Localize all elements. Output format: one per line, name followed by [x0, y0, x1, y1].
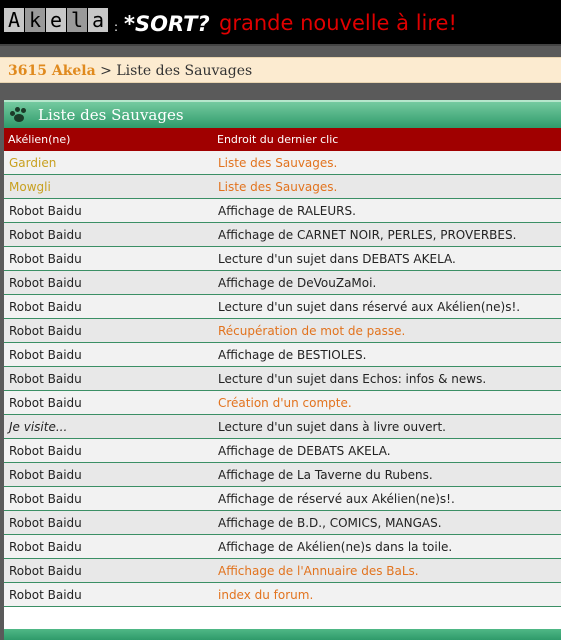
table-row: Robot Baidu Affichage de DeVouZaMoi. — [4, 271, 561, 295]
user-name-link[interactable]: Robot Baidu — [4, 444, 218, 458]
table-row: Robot Baidu Affichage de l'Annuaire des B… — [4, 559, 561, 583]
header-colon: : — [114, 20, 119, 34]
paw-print-icon — [10, 107, 30, 123]
user-name-link[interactable]: Robot Baidu — [4, 468, 218, 482]
last-click-location[interactable]: index du forum. — [218, 588, 561, 602]
column-header-location: Endroit du dernier clic — [217, 133, 339, 146]
last-click-location: Lecture d'un sujet dans réservé aux Akél… — [218, 299, 521, 314]
table-row: Robot Baidu Affichage de B.D., COMICS, MA… — [4, 511, 561, 535]
table-row: Robot Baidu Affichage de DEBATS AKELA. — [4, 439, 561, 463]
breadcrumb-current: Liste des Sauvages — [116, 63, 253, 79]
last-click-location: Affichage de DeVouZaMoi. — [218, 275, 377, 290]
table-row: Robot Baidu Lecture d'un sujet dans Echos… — [4, 367, 561, 391]
user-name-link[interactable]: Robot Baidu — [4, 228, 218, 242]
table-row: Robot Baidu Création d'un compte. — [4, 391, 561, 415]
logo-letter: l — [67, 8, 87, 32]
user-name-link[interactable]: Robot Baidu — [4, 492, 218, 506]
table-row: Gardien Liste des Sauvages. — [4, 151, 561, 175]
table-row: Robot Baidu Lecture d'un sujet dans réser… — [4, 295, 561, 319]
logo-letter: a — [88, 8, 108, 32]
column-header-user: Akélien(ne) — [8, 133, 71, 146]
table-row: Robot Baidu Récupération de mot de passe. — [4, 319, 561, 343]
user-name-link[interactable]: Robot Baidu — [4, 300, 218, 314]
user-name-link[interactable]: Robot Baidu — [4, 276, 218, 290]
user-name-link[interactable]: Je visite... — [4, 420, 218, 434]
user-name-link[interactable]: Robot Baidu — [4, 348, 218, 362]
last-click-location: Affichage de B.D., COMICS, MANGAS. — [218, 515, 442, 530]
table-row: Mowgli Liste des Sauvages. — [4, 175, 561, 199]
last-click-location[interactable]: Récupération de mot de passe. — [218, 324, 561, 338]
online-users-panel: Liste des Sauvages Akélien(ne) Endroit d… — [4, 100, 561, 640]
last-click-location[interactable]: Affichage de l'Annuaire des BaLs. — [218, 564, 561, 578]
users-table: Gardien Liste des Sauvages. Mowgli Liste de… — [4, 151, 561, 607]
table-row: Robot Baidu Affichage de réservé aux Akél… — [4, 487, 561, 511]
user-name-link[interactable]: Robot Baidu — [4, 204, 218, 218]
table-row: Robot Baidu Affichage de La Taverne du Ru… — [4, 463, 561, 487]
last-click-location: Affichage de réservé aux Akélien(ne)s!. — [218, 491, 455, 506]
last-click-location[interactable]: Création d'un compte. — [218, 396, 561, 410]
last-click-location: Affichage de Akélien(ne)s dans la toile. — [218, 539, 453, 554]
user-name-link[interactable]: Gardien — [4, 156, 218, 170]
akela-logo[interactable]: A k e l a — [4, 8, 109, 32]
breadcrumb-home-link[interactable]: 3615 Akela — [8, 63, 96, 79]
last-click-location[interactable]: Liste des Sauvages. — [218, 156, 561, 170]
panel-footer-bar — [4, 629, 561, 640]
table-row: Robot Baidu Lecture d'un sujet dans DEBAT… — [4, 247, 561, 271]
breadcrumb: 3615 Akela > Liste des Sauvages — [0, 57, 561, 83]
user-name-link[interactable]: Mowgli — [4, 180, 218, 194]
table-row: Je visite... Lecture d'un sujet dans à li… — [4, 415, 561, 439]
last-click-location: Affichage de BESTIOLES. — [218, 347, 367, 362]
last-click-location: Affichage de RALEURS. — [218, 203, 356, 218]
table-row: Robot Baidu index du forum. — [4, 583, 561, 607]
table-row: Robot Baidu Affichage de Akélien(ne)s dan… — [4, 535, 561, 559]
logo-letter: e — [46, 8, 66, 32]
last-click-location[interactable]: Liste des Sauvages. — [218, 180, 561, 194]
user-name-link[interactable]: Robot Baidu — [4, 324, 218, 338]
sort-link[interactable]: *SORT? — [124, 12, 210, 36]
last-click-location: Lecture d'un sujet dans Echos: infos & n… — [218, 371, 487, 386]
top-banner: A k e l a : *SORT? grande nouvelle à lir… — [0, 0, 561, 46]
table-header: Akélien(ne) Endroit du dernier clic — [4, 128, 561, 151]
logo-letter: A — [4, 8, 24, 32]
headline-link[interactable]: grande nouvelle à lire! — [219, 11, 457, 35]
panel-title: Liste des Sauvages — [38, 106, 184, 124]
table-row: Robot Baidu Affichage de BESTIOLES. — [4, 343, 561, 367]
user-name-link[interactable]: Robot Baidu — [4, 372, 218, 386]
panel-header: Liste des Sauvages — [4, 100, 561, 128]
last-click-location: Affichage de La Taverne du Rubens. — [218, 467, 433, 482]
last-click-location: Affichage de DEBATS AKELA. — [218, 443, 391, 458]
table-row: Robot Baidu Affichage de CARNET NOIR, PER… — [4, 223, 561, 247]
last-click-location: Lecture d'un sujet dans à livre ouvert. — [218, 419, 446, 434]
user-name-link[interactable]: Robot Baidu — [4, 396, 218, 410]
user-name-link[interactable]: Robot Baidu — [4, 588, 218, 602]
user-name-link[interactable]: Robot Baidu — [4, 516, 218, 530]
last-click-location: Lecture d'un sujet dans DEBATS AKELA. — [218, 251, 456, 266]
last-click-location: Affichage de CARNET NOIR, PERLES, PROVER… — [218, 227, 517, 242]
user-name-link[interactable]: Robot Baidu — [4, 252, 218, 266]
user-name-link[interactable]: Robot Baidu — [4, 564, 218, 578]
logo-letter: k — [25, 8, 45, 32]
user-name-link[interactable]: Robot Baidu — [4, 540, 218, 554]
table-row: Robot Baidu Affichage de RALEURS. — [4, 199, 561, 223]
breadcrumb-separator: > — [100, 63, 112, 79]
